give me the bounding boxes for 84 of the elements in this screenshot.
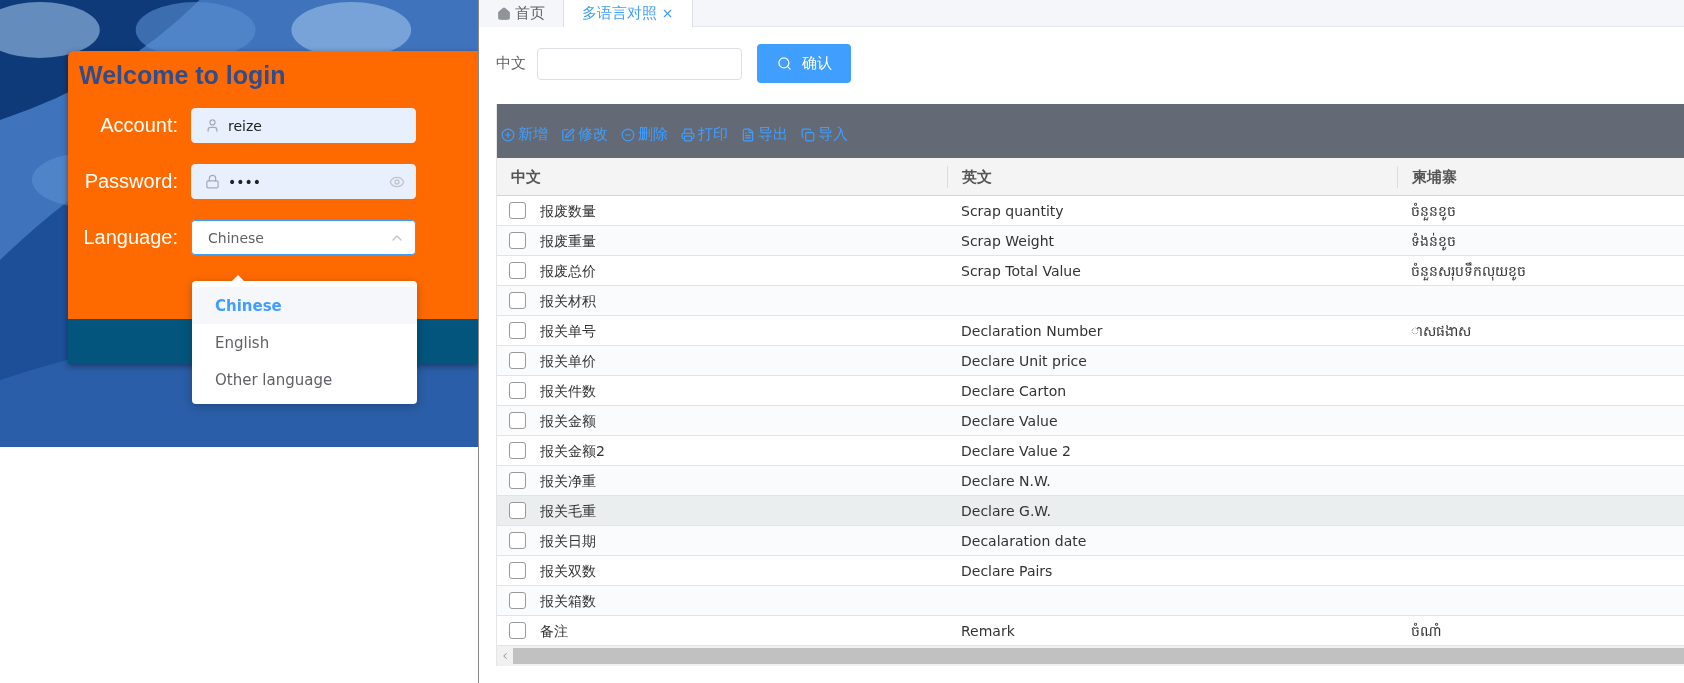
- table-cell-text: Declare G.W.: [961, 501, 1052, 521]
- language-option[interactable]: English: [192, 324, 417, 361]
- column-header: 柬埔寨: [1412, 166, 1457, 188]
- minus-icon: [621, 127, 635, 142]
- row-checkbox[interactable]: [509, 532, 526, 549]
- table-cell-text: Declare Value 2: [961, 441, 1071, 461]
- row-checkbox[interactable]: [509, 292, 526, 309]
- user-icon: [205, 118, 220, 133]
- table-cell-text: ចំនួនខូច: [1411, 201, 1456, 222]
- row-checkbox[interactable]: [509, 352, 526, 369]
- table-cell-text: 报关净重: [540, 471, 596, 491]
- language-option[interactable]: Other language: [192, 361, 417, 398]
- login-title: Welcome to login: [78, 60, 287, 91]
- table-cell-text: Declare Carton: [961, 381, 1067, 401]
- lock-icon: [205, 174, 220, 189]
- table-row[interactable]: 报关材积: [497, 286, 1684, 316]
- row-checkbox[interactable]: [509, 442, 526, 459]
- column-header: 英文: [962, 166, 992, 188]
- table-cell-text: 报关材积: [540, 291, 596, 311]
- table-cell-text: Declare Pairs: [961, 561, 1053, 581]
- search-icon: [776, 56, 792, 71]
- tab[interactable]: 首页: [479, 0, 564, 27]
- table-cell-text: Scrap quantity: [961, 201, 1064, 221]
- row-checkbox[interactable]: [509, 592, 526, 609]
- table-row[interactable]: 报关日期 Decalaration date: [497, 526, 1684, 556]
- field-label: Account:: [99, 114, 178, 137]
- table-cell-text: ចំនួនសរុបទឹកលុយខូច: [1411, 261, 1526, 282]
- row-checkbox[interactable]: [509, 232, 526, 249]
- table-cell-text: Declare Unit price: [961, 351, 1087, 371]
- table-cell-text: 报关单价: [540, 351, 596, 371]
- horizontal-scrollbar[interactable]: [497, 646, 1684, 666]
- table-cell-text: ចំណាំ: [1411, 621, 1441, 641]
- row-checkbox[interactable]: [509, 202, 526, 219]
- row-checkbox[interactable]: [509, 412, 526, 429]
- document-icon: [741, 127, 755, 142]
- close-icon[interactable]: [661, 7, 674, 20]
- table-row[interactable]: 报关箱数: [497, 586, 1684, 616]
- table-cell-text: ទំងន់ខូច: [1411, 231, 1456, 252]
- printer-icon: [681, 127, 695, 142]
- language-select[interactable]: Chinese: [191, 220, 416, 255]
- search-label: 中文: [496, 54, 526, 73]
- edit-icon: [561, 127, 575, 142]
- table-cell-text: 报关毛重: [540, 501, 596, 521]
- table-cell-text: Declare Value: [961, 411, 1058, 431]
- table-cell-text: Decalaration date: [961, 531, 1087, 551]
- table-cell-text: 报关双数: [540, 561, 596, 581]
- table-row[interactable]: 报关毛重 Declare G.W.: [497, 496, 1684, 526]
- plus-icon: [501, 127, 515, 142]
- field-label: Language:: [82, 226, 178, 249]
- row-checkbox[interactable]: [509, 262, 526, 279]
- scroll-left-icon[interactable]: [500, 651, 510, 661]
- table-cell-text: Declare N.W.: [961, 471, 1051, 491]
- table-row[interactable]: 报关单价 Declare Unit price: [497, 346, 1684, 376]
- table-cell-text: Scrap Weight: [961, 231, 1055, 251]
- table-cell-text: 报关件数: [540, 381, 596, 401]
- table-cell-text: 报废总价: [540, 261, 596, 281]
- copy-icon: [801, 127, 815, 142]
- table-cell-text: 报关箱数: [540, 591, 596, 611]
- table-cell-text: 报关金额2: [540, 441, 605, 461]
- table-cell-text: ាសផងាស: [1411, 321, 1471, 341]
- password-field[interactable]: ••••: [191, 164, 416, 199]
- table-cell-text: 报关金额: [540, 411, 596, 431]
- home-icon: [497, 6, 511, 21]
- search-field[interactable]: [537, 47, 742, 80]
- table-row[interactable]: 报关净重 Declare N.W.: [497, 466, 1684, 496]
- field-label: Password:: [83, 170, 178, 193]
- table-cell-text: 报废数量: [540, 201, 596, 221]
- table-cell-text: Remark: [961, 621, 1015, 641]
- table-row[interactable]: 报关金额 Declare Value: [497, 406, 1684, 436]
- row-checkbox[interactable]: [509, 622, 526, 639]
- table-cell-text: 报关单号: [540, 321, 596, 341]
- table-cell-text: Declaration Number: [961, 321, 1103, 341]
- row-checkbox[interactable]: [509, 472, 526, 489]
- table-row[interactable]: 报废重量 Scrap Weight ទំងន់ខូច: [497, 226, 1684, 256]
- table-cell-text: 备注: [540, 621, 568, 641]
- table-cell-text: 报废重量: [540, 231, 596, 251]
- row-checkbox[interactable]: [509, 502, 526, 519]
- row-checkbox[interactable]: [509, 562, 526, 579]
- table-cell-text: 报关日期: [540, 531, 596, 551]
- account-field[interactable]: reize: [191, 108, 416, 143]
- row-checkbox[interactable]: [509, 322, 526, 339]
- row-checkbox[interactable]: [509, 382, 526, 399]
- column-header: 中文: [511, 166, 541, 188]
- table-cell-text: Scrap Total Value: [961, 261, 1081, 281]
